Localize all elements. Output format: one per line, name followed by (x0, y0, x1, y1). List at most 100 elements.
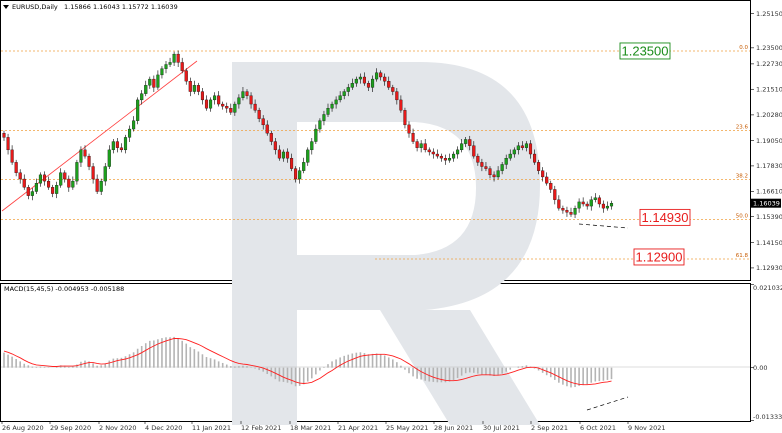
candle-body (379, 72, 383, 78)
candle-body (358, 76, 362, 80)
fib-level-label: 61.8 (736, 253, 749, 259)
candle-body (140, 93, 144, 101)
candle-body (318, 120, 322, 130)
candle-body (91, 166, 95, 180)
fib-level-label: 38.2 (736, 174, 748, 180)
candle-body (47, 180, 51, 188)
x-tick-label: 2 Sep 2021 (531, 424, 568, 432)
candle-body (439, 155, 443, 159)
candle-body (10, 149, 14, 163)
candle-body (342, 91, 346, 96)
x-tick-label: 26 Aug 2020 (2, 424, 44, 432)
price-level-text: 1.23500 (622, 43, 669, 58)
candle-body (221, 103, 225, 107)
candle-body (601, 203, 605, 209)
candle-body (30, 191, 34, 196)
candle-body (533, 153, 537, 163)
candle-body (419, 143, 423, 148)
candle-body (338, 95, 342, 101)
candle-body (59, 172, 63, 186)
time-axis: 26 Aug 2020 29 Sep 2020 2 Nov 2020 4 Dec 20… (1, 421, 666, 432)
macd-tick-label: 0.0210323 (753, 284, 782, 292)
candle-body (557, 199, 561, 209)
candle-body (581, 201, 585, 205)
x-tick-label: 6 Oct 2021 (580, 424, 616, 432)
candle-body (537, 162, 541, 171)
macd-indicator-label: MACD(15,45,5) -0.004953 -0.005188 (4, 285, 124, 293)
candle-body (95, 178, 99, 192)
candle-body (71, 180, 75, 188)
candle-body (172, 53, 176, 63)
candle-body (79, 149, 83, 163)
candle-body (346, 87, 350, 92)
candle-body (160, 68, 164, 76)
candle-body (403, 110, 407, 126)
candle-body (443, 158, 447, 161)
candle-body (508, 153, 512, 159)
candle-body (196, 85, 200, 92)
candle-body (541, 170, 545, 178)
y-tick-label: 1.23500 (756, 44, 782, 52)
candle-body (204, 99, 209, 109)
fib-level-label: 23.6 (736, 125, 749, 131)
fib-level-label: 50.0 (736, 213, 749, 219)
candle-body (184, 70, 188, 82)
candle-body (168, 62, 172, 65)
candle-body (504, 158, 508, 165)
candle-body (545, 176, 549, 184)
candle-body (350, 83, 354, 88)
candle-body (164, 64, 168, 69)
candle-body (306, 149, 310, 163)
candle-body (512, 149, 516, 155)
candle-body (573, 208, 577, 215)
candle-body (492, 174, 496, 178)
candle-body (298, 170, 302, 180)
candle-body (322, 114, 326, 121)
candle-body (241, 91, 245, 98)
candle-body (253, 103, 257, 111)
candle-body (520, 145, 524, 148)
y-tick-label: 1.15390 (756, 213, 782, 221)
candle-body (217, 95, 221, 105)
candle-body (127, 128, 132, 138)
candle-body (200, 91, 205, 101)
candle-body (22, 178, 26, 188)
macd-tick-label: -0.0133347 (753, 413, 782, 421)
price-level-text: 1.14930 (642, 210, 689, 225)
candle-body (257, 110, 261, 119)
candle-body (314, 128, 318, 142)
candle-body (249, 95, 253, 105)
price-level-text: 1.12900 (636, 249, 683, 264)
candle-body (136, 99, 140, 121)
candle-body (447, 158, 452, 161)
candle-body (415, 141, 419, 148)
candle-body (111, 141, 115, 151)
candle-body (395, 91, 399, 101)
candle-body (277, 149, 281, 159)
candle-body (265, 124, 269, 134)
x-tick-label: 11 Jan 2021 (192, 424, 231, 432)
candle-body (87, 155, 91, 167)
candle-body (484, 166, 488, 169)
candle-body (245, 91, 249, 96)
candle-body (577, 201, 581, 209)
candle-body (496, 170, 500, 178)
candle-body (597, 197, 601, 205)
candle-body (289, 158, 294, 169)
candle-body (464, 139, 468, 144)
symbol-label: EURUSD,Daily (12, 3, 58, 11)
x-tick-label: 28 Jun 2021 (434, 424, 473, 432)
candle-body (273, 141, 277, 151)
x-tick-label: 30 Jul 2021 (483, 424, 520, 432)
candle-body (609, 203, 614, 207)
candle-body (370, 78, 375, 88)
candle-body (366, 83, 371, 88)
candle-body (225, 105, 229, 109)
candle-body (407, 124, 411, 134)
candle-body (387, 81, 391, 88)
x-tick-label: 9 Nov 2021 (628, 424, 666, 432)
y-tick-label: 1.16610 (756, 188, 782, 196)
y-tick-label: 1.19050 (756, 137, 782, 145)
candle-body (55, 185, 59, 194)
candle-body (431, 151, 435, 155)
